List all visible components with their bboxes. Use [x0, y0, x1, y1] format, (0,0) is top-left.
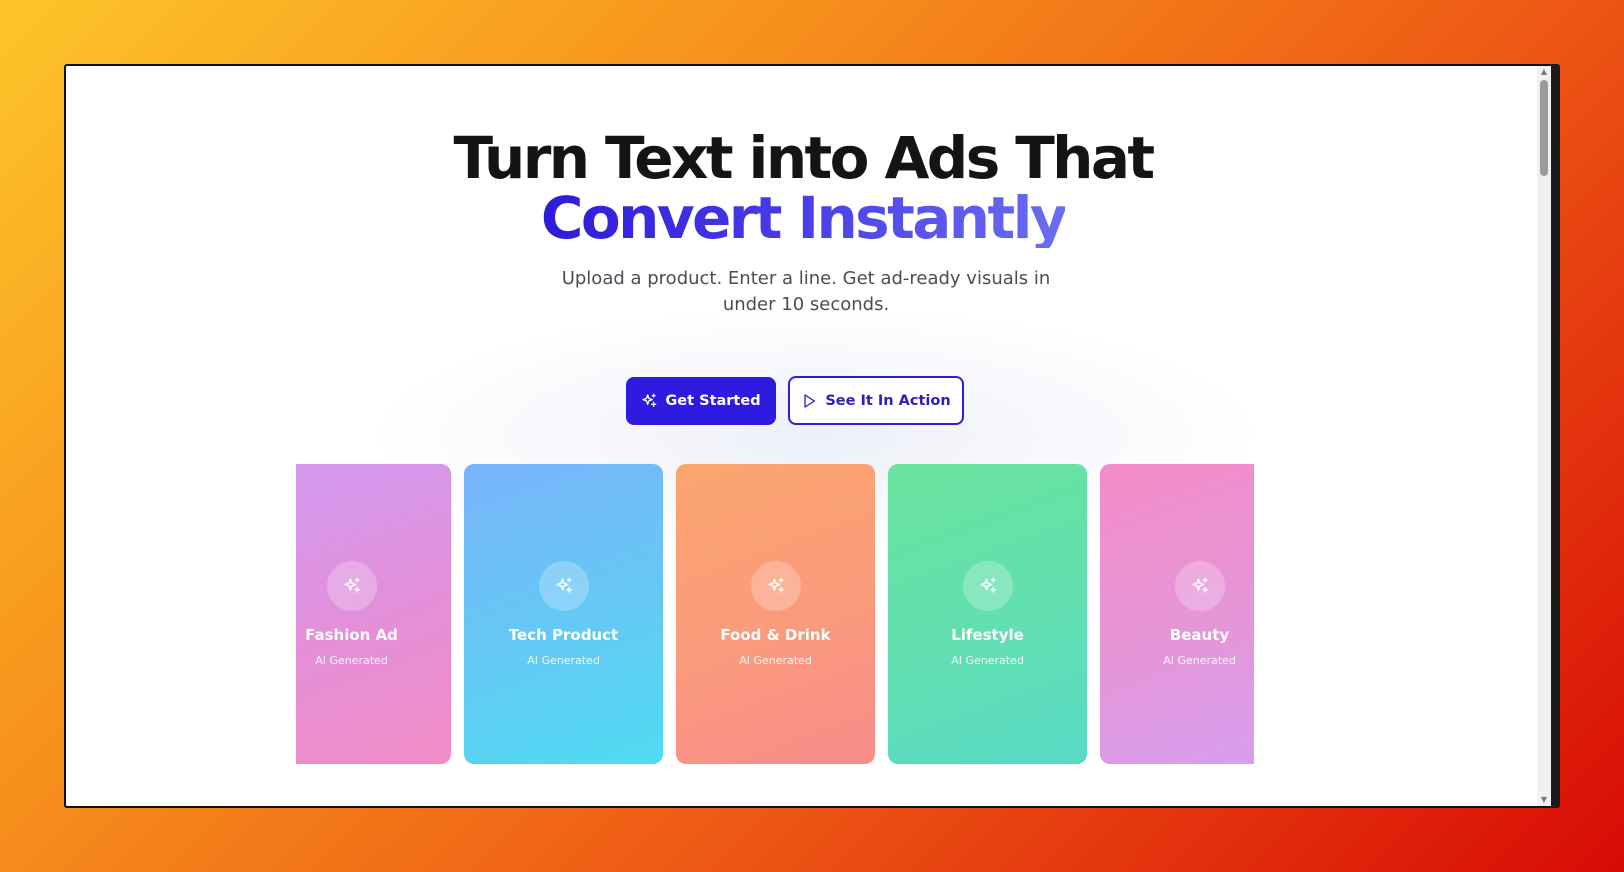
ad-card-food-drink[interactable]: Food & Drink AI Generated: [676, 464, 875, 764]
landing-page: Turn Text into Ads That Convert Instantl…: [66, 66, 1548, 806]
see-it-in-action-label: See It In Action: [825, 392, 951, 409]
card-icon-circle: [538, 561, 589, 611]
scroll-up-arrow-icon[interactable]: ▲: [1537, 66, 1551, 78]
card-icon-circle: [962, 561, 1013, 611]
card-icon-circle: [750, 561, 801, 611]
get-started-label: Get Started: [665, 393, 761, 409]
card-subtitle: AI Generated: [951, 654, 1024, 667]
card-title: Tech Product: [508, 626, 619, 644]
hero-headline: Turn Text into Ads That Convert Instantl…: [66, 128, 1540, 248]
card-icon-circle: [1174, 561, 1225, 611]
headline-line-2-accent: Convert Instantly: [540, 184, 1068, 252]
card-subtitle: AI Generated: [739, 654, 812, 667]
ad-examples-carousel: Fashion Ad AI Generated Tech Product AI …: [296, 464, 1254, 764]
card-icon-circle: [326, 561, 377, 611]
sparkles-icon: [344, 577, 360, 593]
browser-window: Turn Text into Ads That Convert Instantl…: [64, 64, 1560, 808]
scrollbar-thumb[interactable]: [1540, 80, 1548, 176]
ad-card-tech[interactable]: Tech Product AI Generated: [464, 464, 663, 764]
card-title: Fashion Ad: [305, 626, 398, 644]
card-title: Food & Drink: [720, 626, 831, 644]
ad-card-beauty[interactable]: Beauty AI Generated: [1100, 464, 1254, 764]
ad-card-fashion[interactable]: Fashion Ad AI Generated: [296, 464, 451, 764]
scroll-down-arrow-icon[interactable]: ▼: [1537, 794, 1551, 806]
sparkles-icon: [642, 393, 657, 407]
card-title: Lifestyle: [951, 626, 1024, 644]
sparkles-icon: [556, 577, 572, 593]
ad-card-lifestyle[interactable]: Lifestyle AI Generated: [888, 464, 1087, 764]
card-subtitle: AI Generated: [1163, 654, 1236, 667]
get-started-button[interactable]: Get Started: [626, 377, 776, 425]
sparkles-icon: [980, 577, 996, 593]
sparkles-icon: [1192, 577, 1208, 593]
sparkles-icon: [768, 577, 784, 593]
headline-line-1: Turn Text into Ads That: [453, 124, 1155, 192]
play-icon: [804, 393, 816, 408]
card-title: Beauty: [1169, 626, 1230, 644]
see-it-in-action-button[interactable]: See It In Action: [788, 376, 964, 425]
card-subtitle: AI Generated: [527, 654, 600, 667]
card-subtitle: AI Generated: [315, 654, 388, 667]
vertical-scrollbar[interactable]: ▲ ▼: [1537, 66, 1551, 806]
hero-subtitle: Upload a product. Enter a line. Get ad-r…: [561, 268, 1051, 315]
